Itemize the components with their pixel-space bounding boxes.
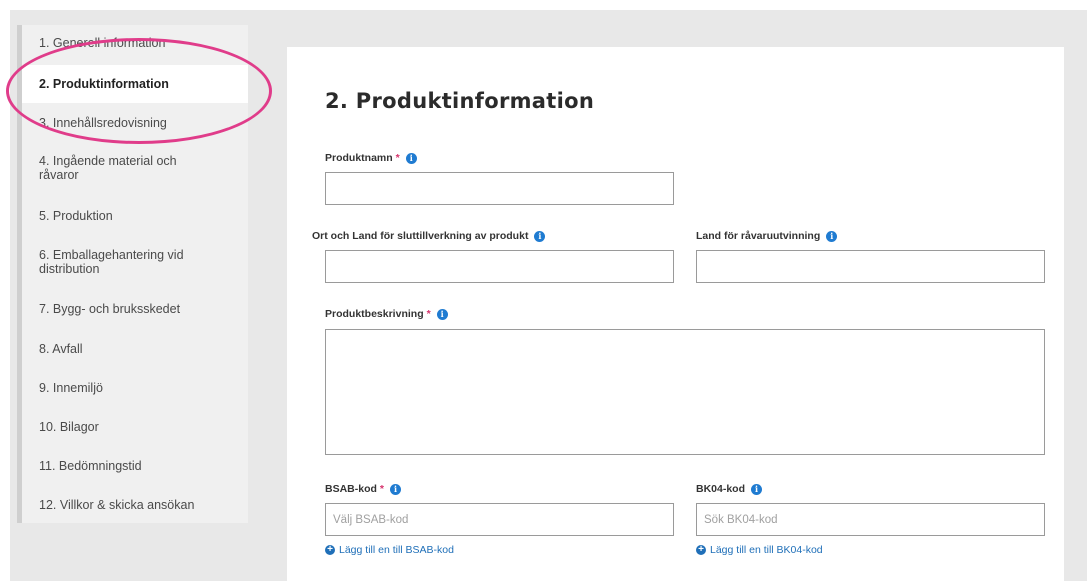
sidebar-item-generell-information[interactable]: 1. Generell information bbox=[22, 36, 248, 54]
sidebar-item-label: 7. Bygg- och bruksskedet bbox=[39, 302, 181, 316]
sidebar-item-label: 3. Innehållsredovisning bbox=[39, 116, 167, 130]
sidebar-item-label: 2. Produktinformation bbox=[39, 77, 169, 91]
sidebar-item-label: 8. Avfall bbox=[39, 342, 83, 356]
info-icon[interactable]: i bbox=[405, 152, 417, 164]
sidebar-item-produktion[interactable]: 5. Produktion bbox=[22, 209, 248, 227]
info-icon[interactable]: i bbox=[534, 230, 546, 242]
sidebar-item-innehallsredovisning[interactable]: 3. Innehållsredovisning bbox=[22, 116, 248, 134]
sidebar-item-villkor[interactable]: 12. Villkor & skicka ansökan bbox=[22, 498, 248, 516]
bk04-label: BK04-kod i bbox=[696, 483, 763, 495]
sidebar-item-label: 12. Villkor & skicka ansökan bbox=[39, 498, 195, 512]
page-title: 2. Produktinformation bbox=[325, 89, 595, 113]
bsab-label: BSAB-kod * i bbox=[325, 483, 402, 495]
sidebar-item-bedomningstid[interactable]: 11. Bedömningstid bbox=[22, 459, 248, 477]
sidebar-item-emballagehantering[interactable]: 6. Emballagehantering vid distribution bbox=[22, 248, 248, 280]
sidebar-item-label: 10. Bilagor bbox=[39, 420, 99, 434]
add-bk04-link[interactable]: + Lägg till en till BK04-kod bbox=[696, 544, 823, 556]
manufacture-place-label-text: Ort och Land för sluttillverkning av pro… bbox=[312, 230, 529, 242]
sidebar-item-label: 11. Bedömningstid bbox=[39, 459, 142, 473]
add-bk04-link-text: Lägg till en till BK04-kod bbox=[710, 544, 823, 556]
sidebar-item-bygg-och-bruksskedet[interactable]: 7. Bygg- och bruksskedet bbox=[22, 302, 248, 320]
form-panel: 2. Produktinformation Produktnamn * i Or… bbox=[287, 47, 1064, 581]
sidebar-item-innemiljo[interactable]: 9. Innemiljö bbox=[22, 381, 248, 399]
add-bsab-link-text: Lägg till en till BSAB-kod bbox=[339, 544, 454, 556]
product-name-input[interactable] bbox=[325, 172, 674, 205]
add-bsab-link[interactable]: + Lägg till en till BSAB-kod bbox=[325, 544, 454, 556]
sidebar-item-bilagor[interactable]: 10. Bilagor bbox=[22, 420, 248, 438]
raw-material-country-label: Land för råvaruutvinning i bbox=[696, 230, 838, 242]
sidebar-item-label: 1. Generell information bbox=[39, 36, 166, 50]
bsab-select-input[interactable] bbox=[325, 503, 674, 536]
bk04-label-text: BK04-kod bbox=[696, 483, 746, 495]
required-marker: * bbox=[426, 308, 431, 320]
required-marker: * bbox=[379, 483, 385, 495]
description-label: Produktbeskrivning * i bbox=[325, 308, 448, 320]
sidebar-item-label: 4. Ingående material och råvaror bbox=[39, 154, 177, 182]
bsab-label-text: BSAB-kod bbox=[325, 483, 377, 495]
bk04-search-input[interactable] bbox=[696, 503, 1045, 536]
product-name-label: Produktnamn * i bbox=[325, 152, 417, 164]
sidebar-item-label: 6. Emballagehantering vid distribution bbox=[39, 248, 184, 276]
info-icon[interactable]: i bbox=[436, 308, 448, 320]
sidebar-item-ingaende-material[interactable]: 4. Ingående material och råvaror bbox=[22, 154, 248, 186]
info-icon[interactable]: i bbox=[826, 230, 838, 242]
plus-circle-icon: + bbox=[696, 545, 706, 555]
raw-material-country-label-text: Land för råvaruutvinning bbox=[696, 230, 821, 242]
info-icon[interactable]: i bbox=[390, 483, 402, 495]
sidebar-item-label: 5. Produktion bbox=[39, 209, 113, 223]
required-marker: * bbox=[395, 152, 400, 164]
sidebar-item-avfall[interactable]: 8. Avfall bbox=[22, 342, 248, 360]
description-textarea[interactable] bbox=[325, 329, 1045, 455]
description-label-text: Produktbeskrivning bbox=[325, 308, 424, 320]
manufacture-place-input[interactable] bbox=[325, 250, 674, 283]
info-icon[interactable]: i bbox=[751, 483, 763, 495]
manufacture-place-label: Ort och Land för sluttillverkning av pro… bbox=[312, 230, 546, 242]
sidebar-item-label: 9. Innemiljö bbox=[39, 381, 103, 395]
product-name-label-text: Produktnamn bbox=[325, 152, 393, 164]
plus-circle-icon: + bbox=[325, 545, 335, 555]
sidebar-nav: 1. Generell information 2. Produktinform… bbox=[17, 25, 248, 523]
sidebar-item-produktinformation[interactable]: 2. Produktinformation bbox=[22, 65, 248, 103]
raw-material-country-input[interactable] bbox=[696, 250, 1045, 283]
